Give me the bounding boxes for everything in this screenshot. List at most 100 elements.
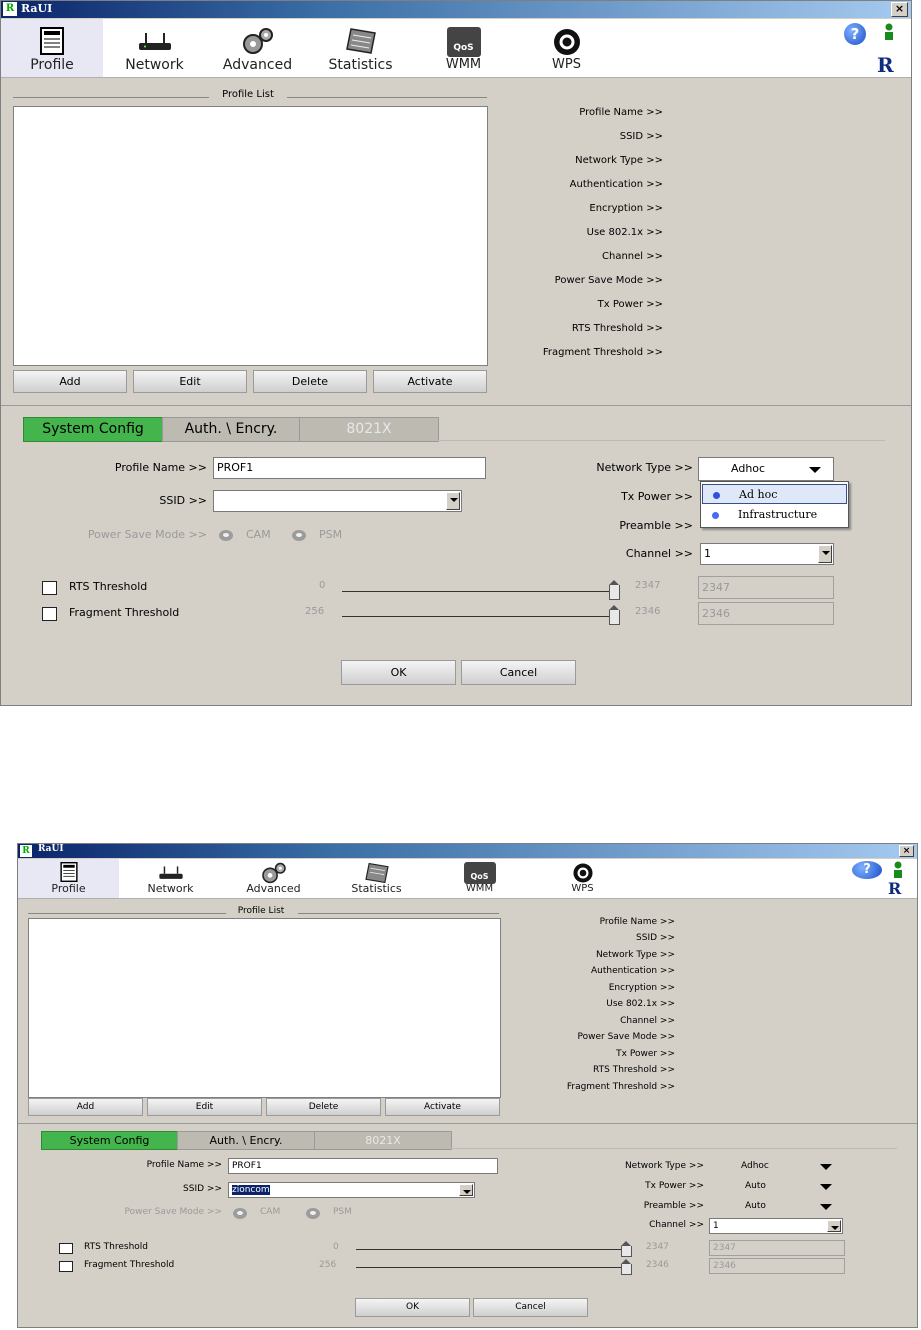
toolbar-profile[interactable]: Profile <box>1 19 103 77</box>
tab-auth-encry[interactable]: Auth. \ Encry. <box>177 1131 315 1150</box>
ralink-logo: R <box>877 53 894 77</box>
toolbar: Profile Network Advanced Statistics QoS … <box>1 19 911 78</box>
help-icon[interactable]: ? <box>852 861 882 879</box>
rts-value-field: 2347 <box>709 1240 845 1256</box>
profile-list-rule-right <box>298 913 499 914</box>
toolbar-wmm[interactable]: QoS WMM <box>412 19 515 77</box>
ssid-combo[interactable]: zioncom <box>228 1182 475 1198</box>
rts-min: 0 <box>319 580 326 591</box>
toolbar-network[interactable]: Network <box>103 19 206 77</box>
detail-authentication-label: Authentication >> <box>590 966 675 976</box>
detail-encryption-label: Encryption >> <box>589 203 663 214</box>
fragment-max: 2346 <box>635 606 661 617</box>
rts-slider-track[interactable] <box>356 1249 631 1250</box>
ok-button[interactable]: OK <box>341 660 456 685</box>
toolbar-wps[interactable]: WPS <box>515 19 618 77</box>
edit-button[interactable]: Edit <box>147 1098 262 1116</box>
fragment-value-field: 2346 <box>709 1258 845 1274</box>
activate-button[interactable]: Activate <box>373 370 487 393</box>
toolbar-advanced[interactable]: Advanced <box>206 19 309 77</box>
tab-8021x: 8021X <box>299 417 439 442</box>
toolbar-statistics-label: Statistics <box>351 882 402 895</box>
ok-button[interactable]: OK <box>355 1298 470 1317</box>
network-type-value[interactable]: Adhoc <box>741 1161 769 1171</box>
tab-8021x: 8021X <box>314 1131 452 1150</box>
edit-button[interactable]: Edit <box>133 370 247 393</box>
tab-underline <box>451 1148 897 1149</box>
preamble-label: Preamble >> <box>643 1201 704 1211</box>
detail-fragment-label: Fragment Threshold >> <box>542 347 663 358</box>
profile-icon <box>59 862 78 882</box>
tx-power-value[interactable]: Auto <box>745 1181 766 1191</box>
fragment-slider-track[interactable] <box>356 1267 631 1268</box>
tab-system-config[interactable]: System Config <box>23 417 163 442</box>
activate-button[interactable]: Activate <box>385 1098 500 1116</box>
power-save-label: Power Save Mode >> <box>124 1207 223 1217</box>
preamble-arrow-icon[interactable] <box>820 1204 832 1210</box>
network-type-select[interactable]: Adhoc <box>698 457 834 481</box>
fragment-slider-track[interactable] <box>342 616 619 617</box>
close-button[interactable]: × <box>899 845 914 857</box>
close-button[interactable]: × <box>891 2 908 17</box>
ssid-combo[interactable] <box>213 490 462 512</box>
toolbar-wps[interactable]: WPS <box>531 859 634 898</box>
rts-slider-track[interactable] <box>342 591 619 592</box>
channel-dropdown-arrow[interactable] <box>818 545 832 563</box>
psm-radio <box>292 530 306 541</box>
ssid-value: zioncom <box>232 1185 270 1195</box>
toolbar-wmm[interactable]: QoS WMM <box>428 859 531 898</box>
rts-slider-thumb[interactable] <box>621 1241 632 1257</box>
toolbar-profile[interactable]: Profile <box>18 859 119 898</box>
tab-auth-encry[interactable]: Auth. \ Encry. <box>162 417 300 442</box>
profile-list-title: Profile List <box>237 906 285 916</box>
detail-profile-name-label: Profile Name >> <box>599 917 675 927</box>
toolbar-statistics[interactable]: Statistics <box>325 859 428 898</box>
network-type-arrow-icon[interactable] <box>820 1164 832 1170</box>
channel-dropdown-arrow[interactable] <box>827 1220 841 1232</box>
profile-list[interactable] <box>28 918 501 1098</box>
toolbar-advanced[interactable]: Advanced <box>222 859 325 898</box>
profile-name-input[interactable]: PROF1 <box>228 1158 498 1174</box>
fragment-slider-thumb[interactable] <box>621 1259 632 1275</box>
rts-checkbox[interactable] <box>42 581 57 595</box>
rts-threshold-label: RTS Threshold <box>69 580 148 593</box>
fragment-slider-thumb[interactable] <box>609 605 620 625</box>
profile-list[interactable] <box>13 106 488 366</box>
fragment-threshold-label: Fragment Threshold <box>69 606 180 619</box>
channel-combo[interactable]: 1 <box>709 1218 843 1234</box>
detail-rts-label: RTS Threshold >> <box>571 323 663 334</box>
option-ad-hoc-label: Ad hoc <box>739 488 778 501</box>
option-infrastructure[interactable]: Infrastructure <box>702 505 847 525</box>
toolbar-network[interactable]: Network <box>119 859 222 898</box>
option-ad-hoc[interactable]: Ad hoc <box>702 484 847 504</box>
divider <box>1 405 911 406</box>
ssid-dropdown-arrow[interactable] <box>459 1184 473 1196</box>
fragment-checkbox[interactable] <box>59 1261 73 1272</box>
toolbar-advanced-label: Advanced <box>246 882 301 895</box>
toolbar-wps-label: WPS <box>552 57 581 72</box>
toolbar-statistics[interactable]: Statistics <box>309 19 412 77</box>
tab-system-config[interactable]: System Config <box>41 1131 178 1150</box>
delete-button[interactable]: Delete <box>266 1098 381 1116</box>
psm-label: PSM <box>333 1207 352 1217</box>
option-bullet-icon <box>713 492 720 499</box>
channel-label: Channel >> <box>649 1220 704 1230</box>
status-person-icon <box>894 861 902 878</box>
add-button[interactable]: Add <box>13 370 127 393</box>
network-type-label: Network Type >> <box>624 1161 704 1171</box>
ssid-dropdown-arrow[interactable] <box>446 492 460 510</box>
cancel-button[interactable]: Cancel <box>473 1298 588 1317</box>
tx-power-arrow-icon[interactable] <box>820 1184 832 1190</box>
add-button[interactable]: Add <box>28 1098 143 1116</box>
cancel-button[interactable]: Cancel <box>461 660 576 685</box>
rts-checkbox[interactable] <box>59 1243 73 1254</box>
profile-name-input[interactable]: PROF1 <box>213 457 486 479</box>
fragment-checkbox[interactable] <box>42 607 57 621</box>
delete-button[interactable]: Delete <box>253 370 367 393</box>
toolbar-wmm-label: WMM <box>465 883 494 894</box>
preamble-value[interactable]: Auto <box>745 1201 766 1211</box>
help-icon[interactable]: ? <box>844 23 866 45</box>
network-type-dropdown: Ad hoc Infrastructure <box>700 481 849 528</box>
channel-combo[interactable]: 1 <box>700 543 834 565</box>
rts-slider-thumb[interactable] <box>609 580 620 600</box>
